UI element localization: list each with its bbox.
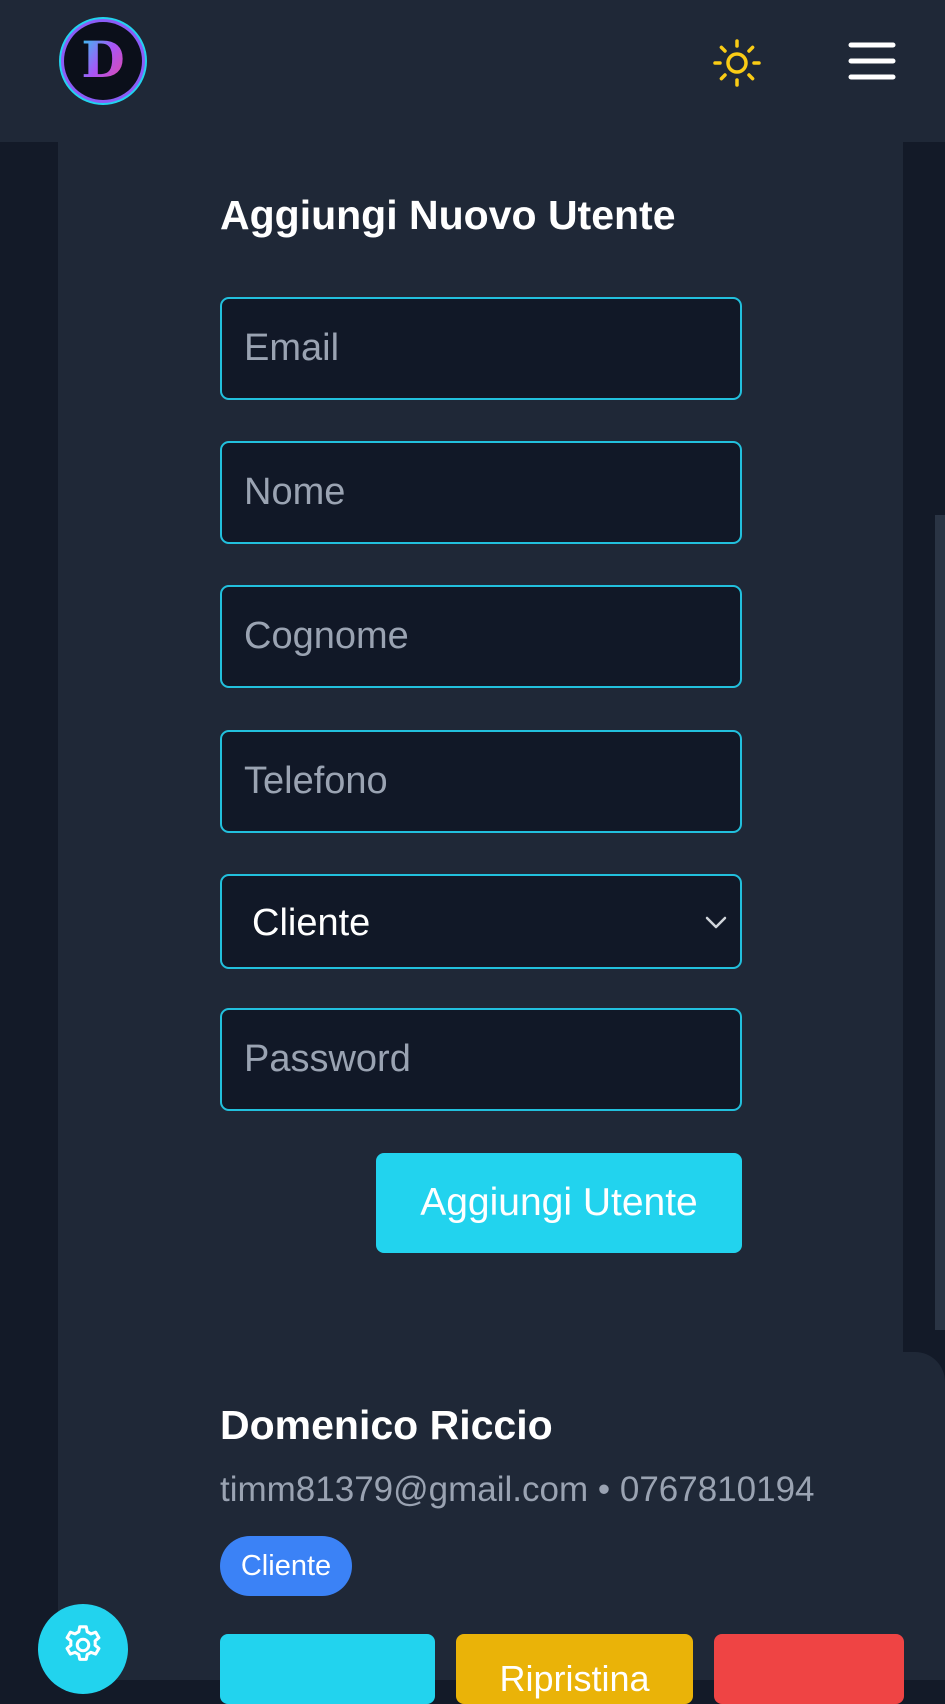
scrollbar-thumb[interactable] <box>935 515 945 1330</box>
delete-user-button[interactable] <box>714 1634 904 1704</box>
logo-d-icon: D <box>81 30 124 89</box>
role-select[interactable]: Cliente <box>220 874 742 969</box>
user-card: Domenico Riccio timm81379@gmail.com • 07… <box>58 1352 945 1704</box>
role-badge: Cliente <box>220 1536 352 1596</box>
chevron-down-icon <box>705 916 727 929</box>
edit-user-button[interactable] <box>220 1634 435 1704</box>
user-name: Domenico Riccio <box>220 1402 553 1448</box>
reset-user-button[interactable]: Ripristina <box>456 1634 693 1704</box>
password-field[interactable] <box>220 1008 742 1111</box>
sun-icon[interactable] <box>712 38 762 88</box>
app-logo[interactable]: D <box>64 22 142 100</box>
hamburger-menu-icon[interactable] <box>848 40 896 82</box>
top-navbar: D <box>0 0 945 142</box>
svg-text:D: D <box>81 30 124 89</box>
name-field[interactable] <box>220 441 742 544</box>
email-field[interactable] <box>220 297 742 400</box>
settings-fab-button[interactable] <box>38 1604 128 1694</box>
phone-field[interactable] <box>220 730 742 833</box>
surname-field[interactable] <box>220 585 742 688</box>
role-select-value: Cliente <box>252 902 371 944</box>
add-user-button[interactable]: Aggiungi Utente <box>376 1153 742 1253</box>
form-title: Aggiungi Nuovo Utente <box>220 192 676 238</box>
gear-icon <box>65 1625 101 1661</box>
user-contact: timm81379@gmail.com • 0767810194 <box>220 1470 815 1509</box>
left-gutter <box>0 142 58 1680</box>
